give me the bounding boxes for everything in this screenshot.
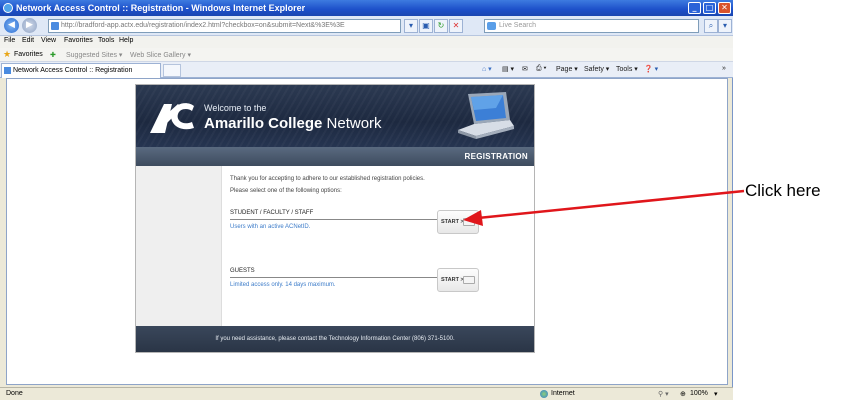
option-title-guests: GUESTS [230,268,255,274]
browser-window: Network Access Control :: Registration -… [0,0,733,400]
section-bar: REGISTRATION [136,147,534,166]
favorites-star-icon[interactable]: ★ [3,49,11,60]
start-button-student[interactable]: START >> [437,210,479,234]
divider [230,219,446,220]
divider [230,277,446,278]
banner: Welcome to the Amarillo College Network [136,85,534,147]
menu-tools[interactable]: Tools [98,37,114,44]
suggested-sites[interactable]: Suggested Sites ▾ [66,51,122,59]
ie-icon [3,3,13,13]
compatibility-icon[interactable]: ▣ [419,19,433,33]
option-desc-guests: Limited access only. 14 days maximum. [230,282,336,288]
favorites-label[interactable]: Favorites [14,51,43,58]
laptop-mini-icon [463,276,475,284]
title-bar: Network Access Control :: Registration -… [0,0,733,16]
laptop-icon [458,92,514,139]
welcome-text: Welcome to the [204,103,267,113]
options-panel: Thank you for accepting to adhere to our… [223,166,534,326]
footer-help: If you need assistance, please contact t… [136,326,534,352]
add-favorite-icon[interactable]: ✚ [50,51,56,59]
page-icon [51,22,59,30]
new-tab-button[interactable] [163,64,181,77]
ac-logo-icon [150,103,194,133]
close-button[interactable]: ✕ [718,2,731,14]
stop-icon[interactable]: ✕ [449,19,463,33]
address-row: ◀ ▶ http://bradford-app.actx.edu/registr… [0,16,733,36]
tab-row: Network Access Control :: Registration ⌂… [0,62,733,78]
search-go-icon[interactable]: ⌕ [704,19,718,33]
registration-page: Welcome to the Amarillo College Network … [135,84,535,353]
web-slice-gallery[interactable]: Web Slice Gallery ▾ [130,51,191,59]
section-title: REGISTRATION [464,152,528,161]
search-placeholder: Live Search [499,22,536,29]
option-desc-student: Users with an active ACNetID. [230,224,311,230]
menu-file[interactable]: File [4,37,15,44]
zone-label: Internet [551,390,575,397]
instruction-text: Please select one of the following optio… [230,188,342,194]
back-icon[interactable]: ◀ [4,18,19,33]
zoom-dropdown-icon[interactable]: ▾ [714,390,718,398]
mail-icon[interactable]: ✉ [522,65,528,73]
favorites-bar: ★ Favorites ✚ Suggested Sites ▾ Web Slic… [0,48,733,62]
help-icon[interactable]: ❓ ▾ [644,65,658,73]
screenshot-stage: Network Access Control :: Registration -… [0,0,868,400]
laptop-mini-icon [463,218,475,226]
search-options-icon[interactable]: ▾ [718,19,732,33]
page-menu[interactable]: Page ▾ [556,65,578,73]
left-column [136,166,222,326]
search-field[interactable]: Live Search [484,19,699,33]
minimize-button[interactable]: _ [688,2,701,14]
print-icon[interactable]: ⎙ ▾ [536,65,547,73]
menu-favorites[interactable]: Favorites [64,37,93,44]
address-dropdown-icon[interactable]: ▾ [404,19,418,33]
window-title: Network Access Control :: Registration -… [16,3,306,13]
tools-menu[interactable]: Tools ▾ [616,65,638,73]
forward-icon[interactable]: ▶ [22,18,37,33]
menu-help[interactable]: Help [119,37,133,44]
maximize-button[interactable]: □ [703,2,716,14]
protected-mode-icon[interactable]: ⚲ ▾ [658,390,669,398]
home-icon[interactable]: ⌂ ▾ [482,65,492,73]
menu-view[interactable]: View [41,37,56,44]
zoom-icon[interactable]: ⊕ [680,390,686,398]
tab-page-icon [4,67,11,74]
live-search-icon [487,22,496,30]
zoom-level[interactable]: 100% [690,390,708,397]
annotation-label: Click here [745,181,821,200]
tab-registration[interactable]: Network Access Control :: Registration [1,63,161,78]
status-bar: Done Internet ⚲ ▾ ⊕ 100% ▾ [0,387,733,400]
chevron-right-icon[interactable]: » [722,65,726,72]
refresh-icon[interactable]: ↻ [434,19,448,33]
address-field[interactable]: http://bradford-app.actx.edu/registratio… [48,19,401,33]
option-title-student: STUDENT / FACULTY / STAFF [230,210,314,216]
intro-text: Thank you for accepting to adhere to our… [230,176,425,182]
feeds-icon[interactable]: ▤ ▾ [502,65,514,73]
menu-edit[interactable]: Edit [22,37,34,44]
tab-label: Network Access Control :: Registration [13,67,133,74]
menu-bar: File Edit View Favorites Tools Help [0,36,733,48]
globe-icon [540,390,548,398]
start-button-guests[interactable]: START >> [437,268,479,292]
status-text: Done [6,390,23,397]
address-url: http://bradford-app.actx.edu/registratio… [61,22,345,29]
safety-menu[interactable]: Safety ▾ [584,65,609,73]
college-name: Amarillo College Network [204,115,382,132]
